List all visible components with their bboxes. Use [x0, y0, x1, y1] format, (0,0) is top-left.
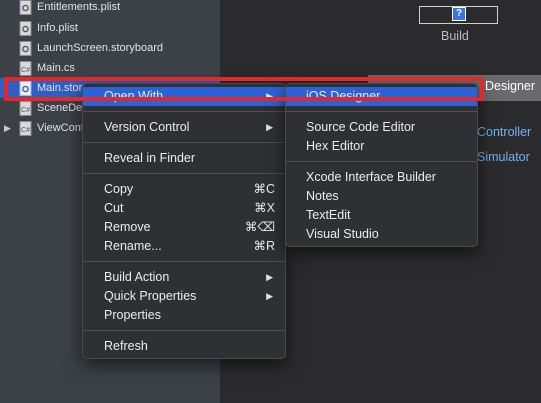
submenu-arrow-icon: ▶ [266, 291, 273, 301]
context-menu: Open With ▶ Version Control ▶ Reveal in … [82, 83, 286, 359]
menu-separator [83, 330, 285, 331]
open-with-submenu: iOS Designer Source Code Editor Hex Edit… [285, 83, 478, 247]
designer-label[interactable]: Designer [485, 79, 535, 93]
menu-item-reveal-in-finder[interactable]: Reveal in Finder [83, 149, 285, 168]
menu-item-shortcut: ⌘⌫ [244, 220, 275, 234]
menu-item-label: Hex Editor [306, 139, 365, 153]
menu-item-label: Cut [104, 201, 124, 215]
submenu-arrow-icon: ▶ [266, 91, 273, 101]
svg-text:C#: C# [21, 107, 30, 114]
menu-item-cut[interactable]: Cut ⌘X [83, 199, 285, 218]
submenu-item-notes[interactable]: Notes [286, 187, 477, 206]
controller-link[interactable]: Controller [477, 125, 531, 139]
menu-item-label: Remove [104, 220, 151, 234]
tree-item-label: Info.plist [37, 22, 78, 34]
submenu-item-visual-studio[interactable]: Visual Studio [286, 225, 477, 244]
simulator-link[interactable]: Simulator [477, 150, 530, 164]
tree-item-label: SceneDe [37, 102, 83, 114]
menu-item-remove[interactable]: Remove ⌘⌫ [83, 218, 285, 237]
menu-separator [83, 142, 285, 143]
menu-item-open-with[interactable]: Open With ▶ [83, 87, 285, 106]
submenu-item-textedit[interactable]: TextEdit [286, 206, 477, 225]
menu-item-shortcut: ⌘R [253, 239, 275, 253]
storyboard-file-icon [19, 41, 32, 56]
menu-separator [83, 111, 285, 112]
submenu-arrow-icon: ▶ [266, 122, 273, 132]
menu-item-shortcut: ⌘C [253, 182, 275, 196]
menu-item-label: Xcode Interface Builder [306, 170, 436, 184]
tree-item-entitlements[interactable]: Entitlements.plist [0, 0, 220, 17]
menu-item-label: Copy [104, 182, 134, 196]
tree-item-label: Entitlements.plist [37, 1, 121, 13]
tree-item-label: ViewCont [37, 122, 84, 134]
plist-file-icon [19, 0, 32, 15]
menu-item-label: Build Action [104, 270, 170, 284]
tree-item-main-cs[interactable]: C# Main.cs [0, 58, 220, 78]
menu-item-shortcut: ⌘X [254, 201, 275, 215]
menu-separator [83, 173, 285, 174]
csharp-file-icon: C# [19, 101, 32, 116]
submenu-arrow-icon: ▶ [266, 272, 273, 282]
submenu-item-ios-designer[interactable]: iOS Designer [286, 87, 477, 106]
menu-item-refresh[interactable]: Refresh [83, 337, 285, 356]
menu-item-label: Reveal in Finder [104, 151, 196, 165]
svg-text:C#: C# [21, 127, 30, 134]
plist-file-icon [19, 21, 32, 36]
tree-item-launchscreen[interactable]: LaunchScreen.storyboard [0, 38, 220, 58]
storyboard-file-icon [19, 81, 32, 96]
csharp-file-icon: C# [19, 121, 32, 136]
menu-item-copy[interactable]: Copy ⌘C [83, 180, 285, 199]
menu-item-label: Visual Studio [306, 227, 379, 241]
submenu-item-hex-editor[interactable]: Hex Editor [286, 137, 477, 156]
menu-item-label: Quick Properties [104, 289, 197, 303]
menu-item-label: iOS Designer [306, 89, 381, 103]
menu-item-build-action[interactable]: Build Action ▶ [83, 268, 285, 287]
menu-item-label: Version Control [104, 120, 190, 134]
menu-item-label: Open With [104, 89, 164, 103]
menu-item-rename[interactable]: Rename... ⌘R [83, 237, 285, 256]
menu-item-quick-properties[interactable]: Quick Properties ▶ [83, 287, 285, 306]
menu-item-label: Rename... [104, 239, 162, 253]
tree-item-info-plist[interactable]: Info.plist [0, 18, 220, 38]
menu-separator [286, 161, 477, 162]
menu-separator [83, 261, 285, 262]
tree-item-label: Main.stor [37, 82, 83, 94]
menu-item-label: Refresh [104, 339, 148, 353]
menu-item-label: Properties [104, 308, 161, 322]
help-icon[interactable]: ? [452, 7, 466, 21]
menu-item-label: Notes [306, 189, 339, 203]
disclosure-triangle-icon[interactable]: ▶ [4, 121, 11, 135]
svg-text:C#: C# [21, 67, 30, 74]
menu-item-properties[interactable]: Properties [83, 306, 285, 325]
csharp-file-icon: C# [19, 61, 32, 76]
submenu-item-xcode-interface-builder[interactable]: Xcode Interface Builder [286, 168, 477, 187]
tree-item-label: LaunchScreen.storyboard [37, 42, 163, 54]
menu-item-label: Source Code Editor [306, 120, 416, 134]
submenu-item-source-code-editor[interactable]: Source Code Editor [286, 118, 477, 137]
tree-item-label: Main.cs [37, 62, 75, 74]
menu-separator [286, 111, 477, 112]
menu-item-version-control[interactable]: Version Control ▶ [83, 118, 285, 137]
build-label: Build [441, 29, 469, 43]
menu-item-label: TextEdit [306, 208, 351, 222]
